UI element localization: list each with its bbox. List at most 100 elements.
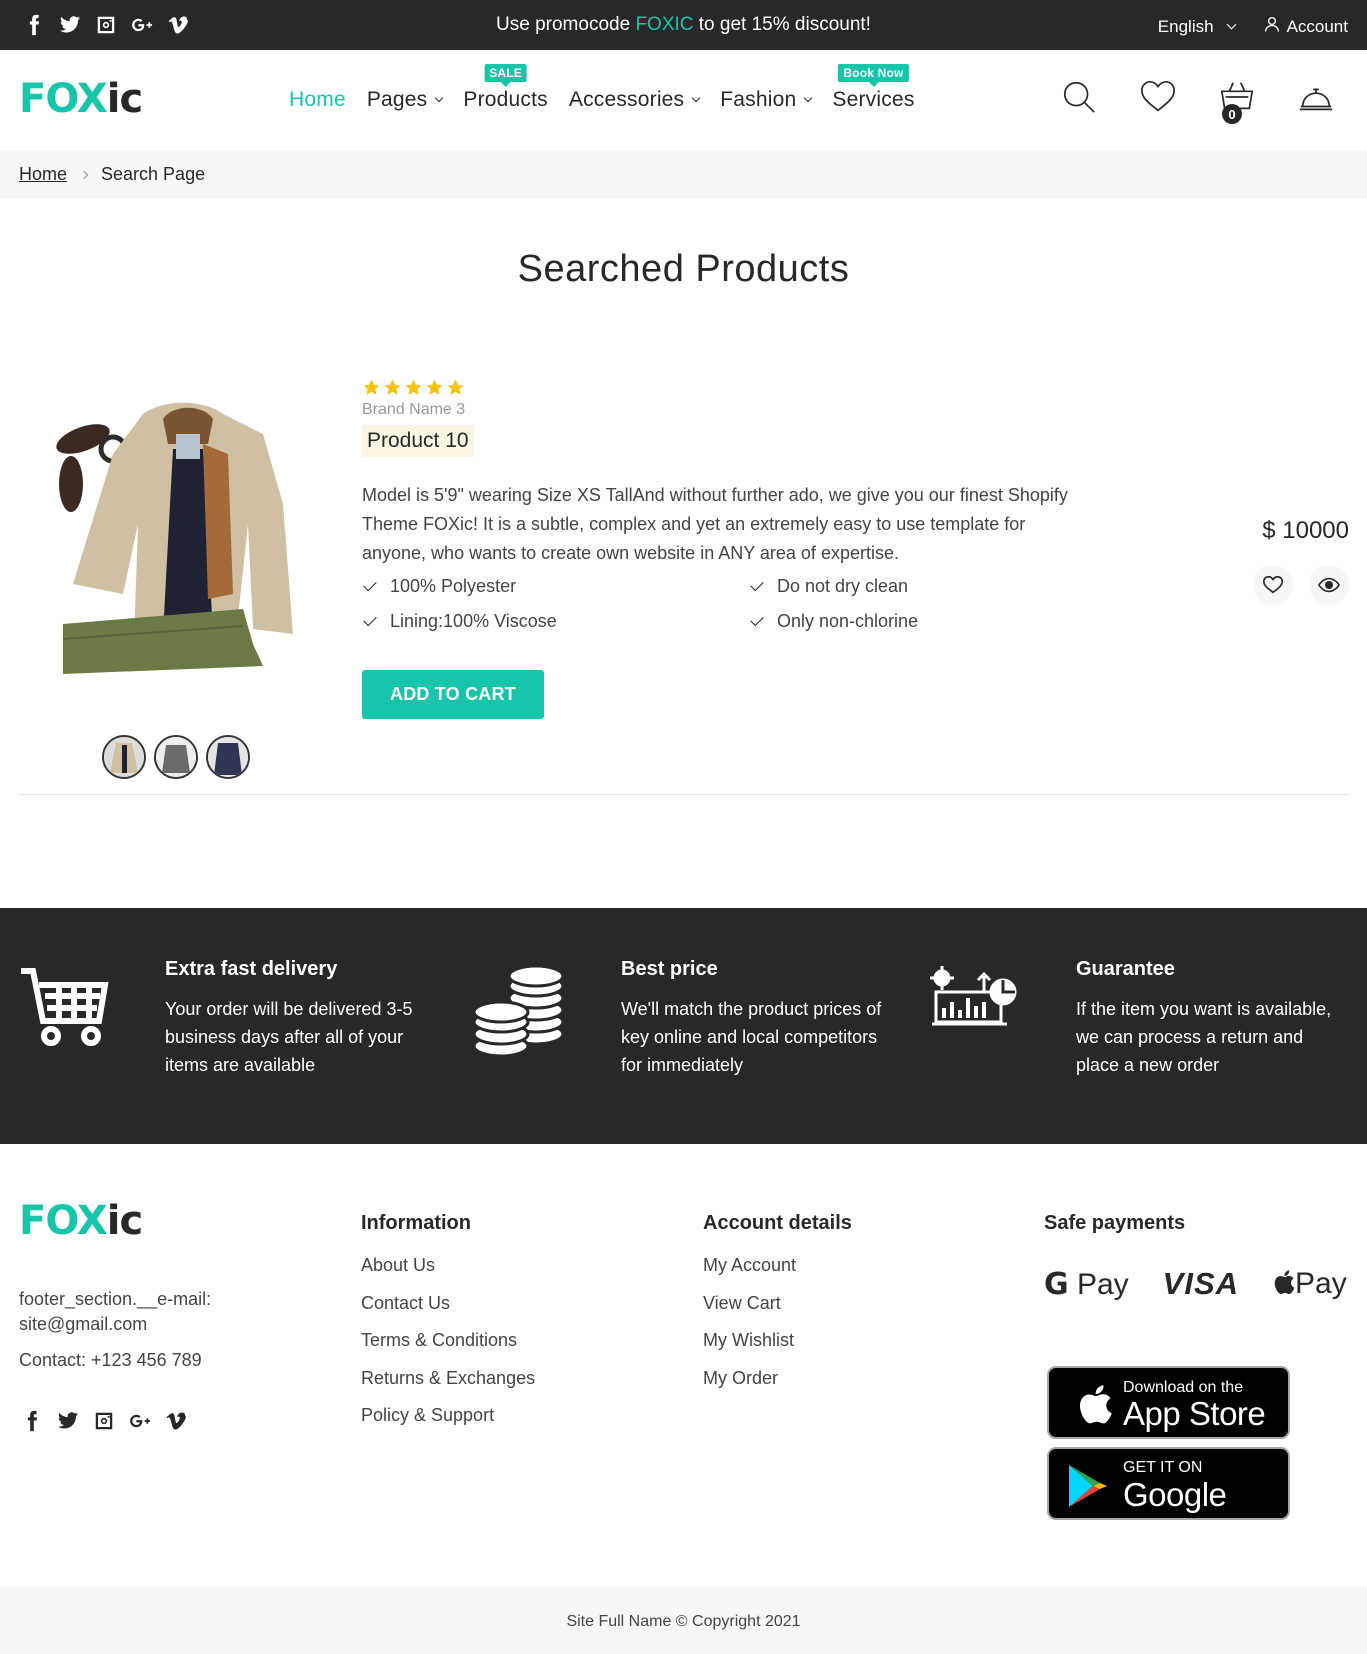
cart-icon[interactable]: 0 bbox=[1218, 78, 1256, 124]
vimeo-icon[interactable] bbox=[163, 1408, 189, 1434]
account-link[interactable]: Account bbox=[1263, 15, 1348, 38]
thumbnail-2[interactable] bbox=[154, 735, 198, 779]
product-image[interactable] bbox=[43, 394, 308, 689]
google-pay-logo: G Pay bbox=[1044, 1266, 1129, 1302]
nav-pages[interactable]: Pages bbox=[366, 88, 444, 112]
language-selector[interactable]: English bbox=[1157, 16, 1237, 37]
nav-products[interactable]: SALE Products bbox=[463, 64, 548, 112]
product-card: Brand Name 3 Product 10 Model is 5'9" we… bbox=[19, 370, 1349, 795]
book-now-badge: Book Now bbox=[838, 64, 909, 87]
product-price: $ 10000 bbox=[1262, 517, 1349, 544]
chevron-down-icon bbox=[692, 93, 701, 103]
payment-methods: G Pay VISA Pay bbox=[1044, 1266, 1347, 1302]
footer-link-my-account[interactable]: My Account bbox=[703, 1255, 796, 1275]
feature-title: Guarantee bbox=[1076, 958, 1175, 980]
feature-label: Do not dry clean bbox=[777, 576, 909, 596]
footer-contact: footer_section.__e-mail: site@gmail.com … bbox=[19, 1287, 211, 1373]
nav-products-label: Products bbox=[463, 88, 548, 111]
add-to-cart-button[interactable]: ADD TO CART bbox=[362, 670, 544, 719]
app-store-line2: App Store bbox=[1123, 1395, 1266, 1432]
product-thumbnails bbox=[102, 735, 250, 779]
app-store-button[interactable]: Download on the App Store bbox=[1047, 1366, 1290, 1439]
product-info: Brand Name 3 Product 10 Model is 5'9" we… bbox=[362, 378, 1122, 719]
site-footer: FOXic footer_section.__e-mail: site@gmai… bbox=[0, 1144, 1367, 1587]
feature-item: Do not dry clean bbox=[749, 576, 1049, 597]
footer-link-wishlist[interactable]: My Wishlist bbox=[703, 1330, 794, 1350]
quick-view-button[interactable] bbox=[1309, 565, 1349, 605]
star-icon bbox=[426, 379, 443, 395]
search-icon[interactable] bbox=[1060, 78, 1098, 118]
feature-title: Extra fast delivery bbox=[165, 958, 338, 980]
footer-link-view-cart[interactable]: View Cart bbox=[703, 1293, 781, 1313]
facebook-icon[interactable] bbox=[19, 1408, 45, 1434]
nav-fashion-label: Fashion bbox=[720, 88, 797, 111]
instagram-icon[interactable] bbox=[91, 1408, 117, 1434]
nav-home[interactable]: Home bbox=[289, 88, 346, 112]
main-header: FOXic Home Pages SALE Products Accessorie… bbox=[0, 50, 1367, 150]
google-plus-icon[interactable] bbox=[127, 1408, 153, 1434]
cart-count-badge: 0 bbox=[1222, 104, 1242, 124]
eye-icon bbox=[1318, 577, 1340, 593]
apple-icon bbox=[1274, 1270, 1295, 1294]
feature-label: 100% Polyester bbox=[390, 576, 517, 596]
footer-link-returns[interactable]: Returns & Exchanges bbox=[361, 1368, 535, 1388]
star-icon bbox=[405, 379, 422, 395]
thumbnail-3[interactable] bbox=[206, 735, 250, 779]
nav-home-label: Home bbox=[289, 88, 346, 111]
promo-prefix: Use promocode bbox=[496, 14, 636, 35]
footer-account: Account details My Account View Cart My … bbox=[703, 1212, 852, 1405]
footer-payments: Safe payments bbox=[1044, 1212, 1185, 1255]
applepay-label: Pay bbox=[1295, 1267, 1347, 1300]
logo-part-2: ic bbox=[106, 1198, 143, 1244]
chart-icon bbox=[930, 966, 1020, 1033]
check-icon bbox=[750, 612, 764, 627]
footer-link-contact[interactable]: Contact Us bbox=[361, 1293, 450, 1313]
footer-link-policy[interactable]: Policy & Support bbox=[361, 1405, 494, 1425]
language-label: English bbox=[1157, 16, 1214, 36]
coins-icon bbox=[472, 964, 565, 1063]
google-play-line2: Google Play bbox=[1123, 1476, 1227, 1551]
product-description: Model is 5'9" wearing Size XS TallAnd wi… bbox=[362, 485, 1068, 563]
apple-pay-logo: Pay bbox=[1273, 1267, 1347, 1301]
check-icon bbox=[363, 612, 377, 627]
footer-link-my-order[interactable]: My Order bbox=[703, 1368, 778, 1388]
footer-email[interactable]: site@gmail.com bbox=[19, 1312, 211, 1337]
product-features: 100% Polyester Do not dry clean Lining:1… bbox=[362, 576, 1122, 632]
feature-label: Only non-chlorine bbox=[777, 611, 919, 631]
product-rating bbox=[362, 378, 1122, 397]
nav-fashion[interactable]: Fashion bbox=[720, 88, 813, 112]
footer-link-about[interactable]: About Us bbox=[361, 1255, 435, 1275]
footer-payments-title: Safe payments bbox=[1044, 1212, 1186, 1234]
twitter-icon[interactable] bbox=[55, 1408, 81, 1434]
promo-suffix: to get 15% discount! bbox=[693, 14, 871, 35]
footer-link-terms[interactable]: Terms & Conditions bbox=[361, 1330, 517, 1350]
chevron-right-icon bbox=[79, 170, 89, 179]
add-to-wishlist-button[interactable] bbox=[1253, 565, 1293, 605]
feature-item: 100% Polyester bbox=[362, 576, 749, 597]
site-logo[interactable]: FOXic bbox=[19, 76, 143, 122]
thumbnail-1[interactable] bbox=[102, 735, 146, 779]
feature-text: If the item you want is available, we ca… bbox=[1076, 999, 1332, 1075]
product-name[interactable]: Product 10 bbox=[362, 425, 474, 457]
nav-pages-label: Pages bbox=[366, 88, 428, 111]
logo-part-1: FOX bbox=[19, 76, 108, 122]
wishlist-icon[interactable] bbox=[1139, 78, 1177, 118]
nav-accessories-label: Accessories bbox=[568, 88, 685, 111]
feature-label: Lining:100% Viscose bbox=[390, 611, 557, 631]
nav-services[interactable]: Book Now Services bbox=[832, 64, 914, 112]
chevron-down-icon bbox=[1226, 19, 1237, 30]
top-bar: Use promocode FOXIC to get 15% discount!… bbox=[0, 0, 1367, 50]
nav-accessories[interactable]: Accessories bbox=[568, 88, 701, 112]
star-icon bbox=[363, 379, 380, 395]
google-play-icon bbox=[1069, 1465, 1107, 1507]
copyright: Site Full Name © Copyright 2021 bbox=[0, 1587, 1367, 1654]
google-play-button[interactable]: GET IT ON Google Play bbox=[1047, 1447, 1290, 1551]
breadcrumb-current: Search Page bbox=[101, 164, 206, 184]
star-icon bbox=[447, 379, 464, 395]
google-play-line1: GET IT ON bbox=[1123, 1459, 1203, 1476]
breadcrumb-home[interactable]: Home bbox=[19, 164, 67, 185]
product-brand[interactable]: Brand Name 3 bbox=[362, 401, 1122, 419]
star-icon bbox=[384, 379, 401, 395]
footer-logo[interactable]: FOXic bbox=[19, 1198, 143, 1244]
service-bell-icon[interactable] bbox=[1297, 78, 1335, 118]
